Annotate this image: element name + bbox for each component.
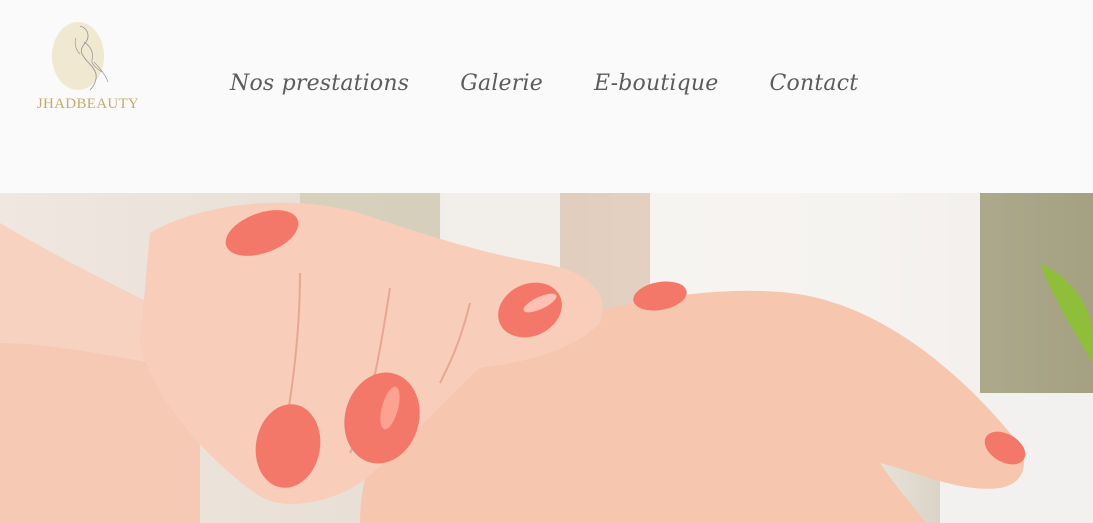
site-header: JHADBEAUTY Nos prestations Galerie E-bou… [0,0,1093,193]
brand-logo[interactable]: JHADBEAUTY [28,18,148,118]
nav-link-nos-prestations[interactable]: Nos prestations [230,66,409,102]
nav-link-contact[interactable]: Contact [770,66,859,102]
nav-link-e-boutique[interactable]: E-boutique [594,66,719,102]
main-navigation: Nos prestations Galerie E-boutique Conta… [230,66,909,102]
manicured-hands-image [0,193,1093,523]
nav-link-galerie[interactable]: Galerie [460,66,543,102]
brand-name: JHADBEAUTY [36,96,140,112]
woman-silhouette-logo-icon [52,22,109,91]
hero-banner [0,193,1093,523]
